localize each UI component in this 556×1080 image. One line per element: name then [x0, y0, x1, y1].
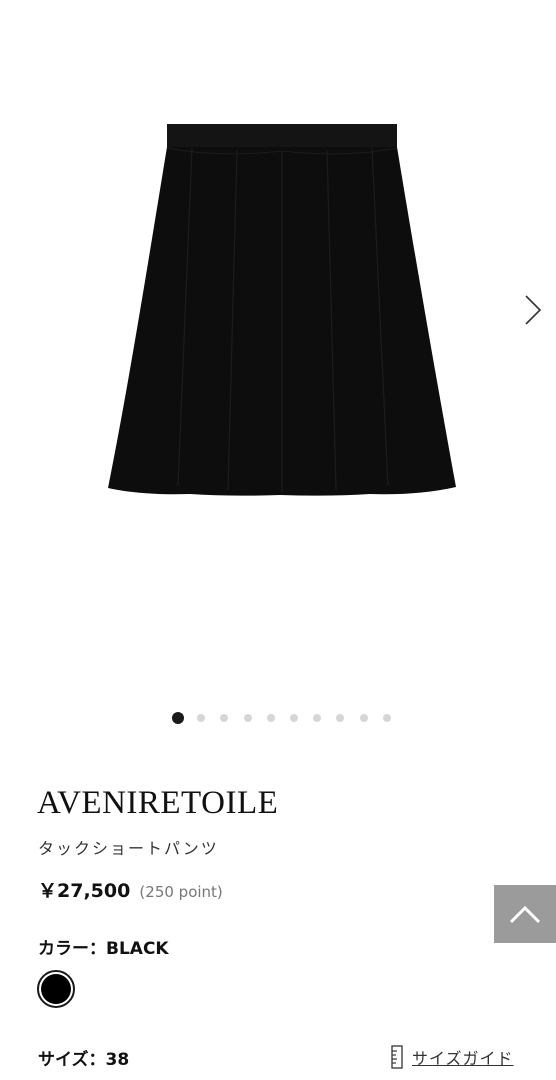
gallery-dot[interactable] [382, 714, 391, 722]
size-selection-label: サイズ：38 [38, 1045, 129, 1070]
gallery-dot[interactable] [359, 714, 368, 722]
product-price: ￥27,500 [38, 880, 131, 902]
chevron-right-icon[interactable] [518, 290, 548, 330]
color-swatch-black[interactable] [37, 970, 75, 1008]
price-row: ￥27,500 (250 point) [38, 876, 223, 903]
size-guide-link[interactable]: サイズガイド [390, 1044, 514, 1070]
color-selection-label: カラー：BLACK [38, 934, 169, 959]
gallery-dot[interactable] [243, 714, 252, 722]
product-image-gallery[interactable] [0, 0, 556, 740]
product-name: タックショートパンツ [38, 839, 219, 858]
selected-color-value: BLACK [106, 939, 169, 959]
skirt-product-image [108, 124, 456, 496]
gallery-dot[interactable] [266, 714, 275, 722]
gallery-dot[interactable] [197, 714, 206, 722]
gallery-dot[interactable] [220, 714, 229, 722]
size-guide-label[interactable]: サイズガイド [412, 1045, 514, 1069]
swatch-fill [41, 974, 71, 1004]
gallery-pagination [0, 711, 556, 725]
scroll-to-top-button[interactable] [494, 885, 556, 943]
gallery-dot[interactable] [313, 714, 322, 722]
brand-name[interactable]: AVENIRETOILE [37, 785, 278, 822]
ruler-icon [391, 1045, 403, 1069]
gallery-dot[interactable] [336, 714, 345, 722]
product-points: (250 point) [139, 883, 223, 901]
color-label: カラー： [38, 939, 106, 959]
selected-size-value: 38 [105, 1050, 130, 1070]
chevron-up-icon [509, 905, 541, 924]
gallery-dot[interactable] [290, 714, 298, 722]
gallery-dot-active[interactable] [172, 712, 184, 724]
size-label: サイズ： [38, 1050, 106, 1070]
